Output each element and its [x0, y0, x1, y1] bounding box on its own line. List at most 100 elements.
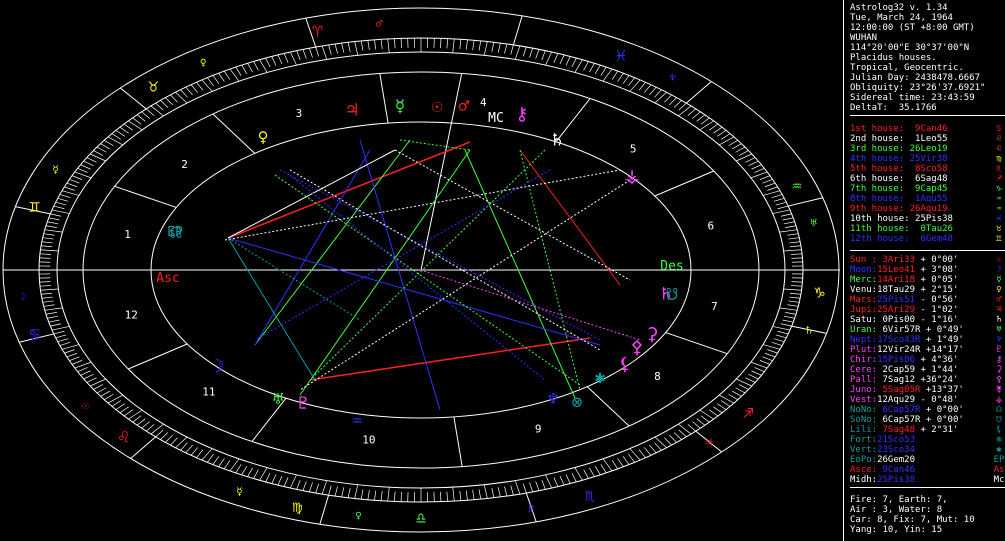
planet-icon: ☿ — [996, 275, 1002, 285]
degree-tick — [165, 434, 173, 443]
degree-tick — [64, 186, 75, 191]
degree-tick — [788, 300, 800, 303]
planet-icon: ⊗ — [572, 392, 583, 413]
degree-tick — [321, 45, 328, 60]
house-row: 11th house: 0Tau26 — [850, 224, 953, 234]
planet-position: 7Sag48 — [877, 425, 916, 435]
planet-position: 7Sag12 — [877, 375, 916, 385]
house-cusp: 9Cap45 — [909, 184, 948, 194]
degree-tick — [654, 89, 662, 98]
planet-position: 23Sco34 — [877, 445, 916, 455]
degree-tick — [750, 361, 768, 369]
aspect-line — [227, 141, 471, 239]
degree-tick — [759, 175, 771, 180]
planet-latitude: +14°17' — [920, 345, 964, 355]
planet-latitude: + 2°15' — [915, 285, 959, 295]
house-cusp: 0Tau26 — [915, 224, 953, 234]
planet-icon: ⚴ — [630, 337, 643, 358]
degree-tick — [692, 421, 701, 429]
sign-ruler-icon: ♀ — [200, 56, 207, 69]
house-label: 5th house: — [850, 164, 905, 174]
planet-icon: ☉ — [432, 96, 443, 117]
degree-tick — [374, 490, 377, 501]
planet-position: 0Pis00 — [877, 315, 916, 325]
sign-ruler-icon: ♅ — [810, 217, 817, 230]
degree-tick — [574, 467, 583, 481]
house-cusp: 1Leo55 — [909, 134, 948, 144]
degree-tick — [709, 409, 719, 417]
degree-tick — [39, 257, 51, 259]
degree-tick — [66, 182, 78, 188]
degree-tick — [779, 229, 798, 233]
header-text: WUHAN — [850, 33, 878, 43]
degree-tick — [74, 361, 92, 369]
degree-tick — [644, 84, 652, 93]
header-line: Tropical, Geocentric. — [850, 63, 964, 73]
degree-tick — [160, 432, 169, 440]
degree-tick — [754, 167, 765, 173]
planet-icon: ⚷ — [515, 104, 528, 125]
planet-icon: ⚴ — [995, 375, 1003, 385]
degree-tick — [644, 447, 652, 456]
degree-tick — [229, 68, 240, 82]
degree-tick — [61, 344, 80, 350]
header-text: DeltaT: 35.1766 — [850, 103, 937, 113]
degree-tick — [783, 315, 795, 319]
aspect-line-minor — [299, 179, 631, 391]
degree-tick — [696, 418, 706, 426]
header-text: Tue, March 24, 1964 — [850, 13, 953, 23]
degree-tick — [170, 437, 178, 446]
degree-tick — [367, 489, 370, 500]
degree-tick — [207, 77, 214, 86]
degree-tick — [545, 474, 552, 489]
degree-tick — [545, 51, 552, 66]
degree-tick — [196, 82, 204, 91]
planet-name: EoPo: — [850, 455, 878, 465]
planet-name: Chir: — [850, 355, 878, 365]
degree-tick — [308, 48, 313, 58]
degree-tick — [773, 338, 785, 343]
degree-tick — [472, 40, 475, 51]
degree-tick — [341, 487, 345, 498]
degree-tick — [265, 57, 271, 68]
house-cusp: 26Leo19 — [909, 144, 948, 154]
aspect-lines — [224, 139, 641, 411]
aspect-line — [254, 149, 371, 346]
degree-tick — [775, 201, 787, 206]
planet-icon: ♀ — [258, 127, 269, 148]
planet-row: Jupi:25Ari29 - 1°02' — [850, 305, 958, 315]
planet-name: Sun : — [850, 255, 878, 265]
house-cusp-line — [114, 185, 177, 208]
degree-tick — [42, 237, 54, 240]
degree-tick — [785, 312, 797, 315]
house-label: 1st house: — [850, 124, 905, 134]
sign-icon: ♑ — [996, 184, 1002, 194]
planet-icon: ♄ — [996, 315, 1002, 325]
header-line: Julian Day: 2438478.6667 — [850, 73, 980, 83]
degree-tick — [39, 285, 51, 287]
house-cusp-line — [453, 416, 463, 467]
degree-tick — [751, 370, 762, 376]
sign-divider — [788, 197, 823, 207]
degree-tick — [145, 108, 155, 116]
degree-tick — [48, 217, 60, 221]
degree-tick — [218, 73, 225, 82]
sign-icon: ♒ — [996, 204, 1002, 214]
degree-tick — [59, 194, 71, 198]
degree-tick — [253, 469, 259, 479]
degree-tick — [771, 342, 783, 346]
degree-tick — [728, 139, 738, 147]
degree-tick — [39, 281, 51, 283]
degree-tick — [791, 285, 803, 287]
house-cusp-line — [665, 332, 728, 355]
planet-icon: ☋ — [667, 284, 678, 305]
degree-tick — [367, 40, 370, 51]
degree-tick — [762, 190, 781, 196]
degree-tick — [669, 434, 677, 443]
degree-tick — [720, 133, 731, 140]
degree-tick — [155, 429, 164, 438]
planet-icon: ☿ — [395, 96, 406, 117]
degree-tick — [440, 38, 442, 49]
degree-tick — [96, 387, 107, 394]
degree-tick — [649, 444, 657, 454]
